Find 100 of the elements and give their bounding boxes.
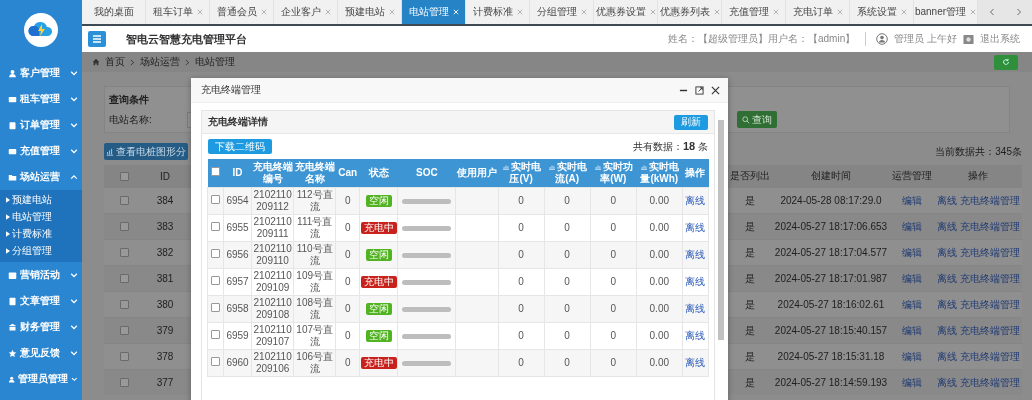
refresh-button[interactable]: 刷新 [674, 114, 708, 130]
edit-link[interactable]: 编辑 [902, 297, 922, 312]
maximize-icon[interactable] [695, 85, 704, 95]
sidebar-menu-item[interactable]: 财务管理 [0, 314, 82, 340]
tab[interactable]: 分组管理 [530, 0, 594, 24]
tab[interactable]: 普通会员 [210, 0, 274, 24]
close-icon[interactable] [711, 85, 720, 95]
sidebar-menu-item[interactable]: 意见反馈 [0, 340, 82, 366]
action-link[interactable]: 离线 [936, 323, 957, 338]
tab[interactable]: 充电订单 [786, 0, 850, 24]
action-link[interactable]: 充电终端管理 [959, 271, 1020, 286]
checkbox[interactable] [211, 195, 220, 204]
action-link[interactable]: 离线 [936, 271, 957, 286]
sidebar-menu-item[interactable]: 充值管理 [0, 138, 82, 164]
table-cell: 是 [745, 349, 755, 364]
checkbox[interactable] [211, 276, 220, 285]
checkbox[interactable] [211, 222, 220, 231]
checkbox[interactable] [119, 274, 129, 283]
tab[interactable]: 企业客户 [274, 0, 338, 24]
table-cell: 2102110209112 [251, 187, 294, 215]
checkbox[interactable] [211, 303, 220, 312]
scrollbar[interactable] [718, 120, 724, 340]
action-link[interactable]: 充电终端管理 [959, 219, 1020, 234]
column-header: 实时电流(A) [547, 161, 587, 184]
action-link[interactable]: 离线 [936, 219, 957, 234]
breadcrumb-item[interactable]: 场站运营 [140, 55, 180, 69]
checkbox[interactable] [119, 378, 129, 387]
table-cell: 0.00 [636, 187, 683, 215]
edit-link[interactable]: 编辑 [902, 193, 922, 208]
checkbox[interactable] [211, 249, 220, 258]
table-cell: 0 [590, 241, 637, 269]
edit-link[interactable]: 编辑 [902, 271, 922, 286]
checkbox[interactable] [211, 357, 220, 366]
menu-button[interactable] [88, 31, 106, 47]
download-qr-button[interactable]: 下载二维码 [208, 139, 272, 154]
action-link[interactable]: 充电终端管理 [959, 375, 1020, 390]
action-link[interactable]: 离线 [936, 349, 957, 364]
sidebar-submenu-item[interactable]: 分组管理 [0, 242, 82, 259]
edit-link[interactable]: 编辑 [902, 245, 922, 260]
search-button[interactable]: 查询 [737, 111, 777, 128]
tab[interactable]: 优惠券设置 [594, 0, 658, 24]
table-cell: 0 [335, 295, 360, 323]
status-badge: 空闲 [365, 195, 392, 207]
checkbox[interactable] [119, 352, 129, 361]
action-link[interactable]: 充电终端管理 [959, 193, 1020, 208]
tab[interactable]: 优惠券列表 [658, 0, 722, 24]
checkbox[interactable] [211, 167, 220, 176]
sidebar-menu-item[interactable]: 客户管理 [0, 60, 82, 86]
tab[interactable]: 电站管理 [402, 0, 466, 24]
edit-link[interactable]: 编辑 [902, 323, 922, 338]
checkbox[interactable] [119, 300, 129, 309]
edit-link[interactable]: 编辑 [902, 349, 922, 364]
checkbox[interactable] [119, 248, 129, 257]
table-cell: 6954 [223, 187, 252, 215]
chevron-left-icon[interactable] [988, 8, 995, 16]
breadcrumb-item[interactable]: 首页 [105, 55, 125, 69]
sidebar-submenu-item[interactable]: 电站管理 [0, 208, 82, 225]
table-cell: 0 [590, 187, 637, 215]
refresh-button[interactable] [994, 54, 1018, 70]
chevron-right-icon[interactable] [1015, 8, 1022, 16]
action-link[interactable]: 离线 [936, 297, 957, 312]
table-cell: 0.00 [636, 241, 683, 269]
action-link[interactable]: 离线 [936, 245, 957, 260]
cloud-logo-icon [24, 13, 58, 47]
sidebar-menu-item[interactable]: 租车管理 [0, 86, 82, 112]
tab[interactable]: 系统设置 [850, 0, 914, 24]
edit-link[interactable]: 编辑 [902, 375, 922, 390]
action-link[interactable]: 充电终端管理 [959, 245, 1020, 260]
action-link[interactable]: 离线 [936, 193, 957, 208]
table-cell: 是 [745, 271, 755, 286]
checkbox[interactable] [119, 171, 129, 181]
checkbox[interactable] [119, 196, 129, 205]
sidebar-submenu-item[interactable]: 计费标准 [0, 225, 82, 242]
table-cell: 是 [745, 323, 755, 338]
table-cell: 377 [156, 377, 174, 388]
sidebar-menu-item[interactable]: 营销活动 [0, 262, 82, 288]
sidebar-menu-item[interactable]: 管理员管理 [0, 366, 82, 392]
checkbox[interactable] [119, 222, 129, 231]
sidebar-menu-item[interactable]: 订单管理 [0, 112, 82, 138]
checkbox[interactable] [119, 326, 129, 335]
table-cell: 0 [590, 322, 637, 350]
tab[interactable]: 我的桌面 [82, 0, 146, 24]
sidebar-menu-item[interactable]: 场站运营 [0, 164, 82, 190]
action-link[interactable]: 充电终端管理 [959, 349, 1020, 364]
edit-link[interactable]: 编辑 [902, 219, 922, 234]
tab[interactable]: 计费标准 [466, 0, 530, 24]
action-link[interactable]: 充电终端管理 [959, 297, 1020, 312]
logout-link[interactable]: 退出系统 [980, 32, 1020, 46]
action-link[interactable]: 离线 [936, 375, 957, 390]
table-cell: 0.00 [636, 322, 683, 350]
sidebar-submenu-item[interactable]: 预建电站 [0, 191, 82, 208]
sidebar-menu-item[interactable]: 文章管理 [0, 288, 82, 314]
breadcrumb-item[interactable]: 电站管理 [195, 55, 235, 69]
tab[interactable]: 充值管理 [722, 0, 786, 24]
tab[interactable]: 租车订单 [146, 0, 210, 24]
action-link[interactable]: 充电终端管理 [959, 323, 1020, 338]
chevron-right-icon [130, 58, 135, 66]
checkbox[interactable] [211, 330, 220, 339]
chart-analysis-button[interactable]: 查看电桩图形分 [104, 143, 188, 160]
table-cell: 0 [544, 295, 591, 323]
